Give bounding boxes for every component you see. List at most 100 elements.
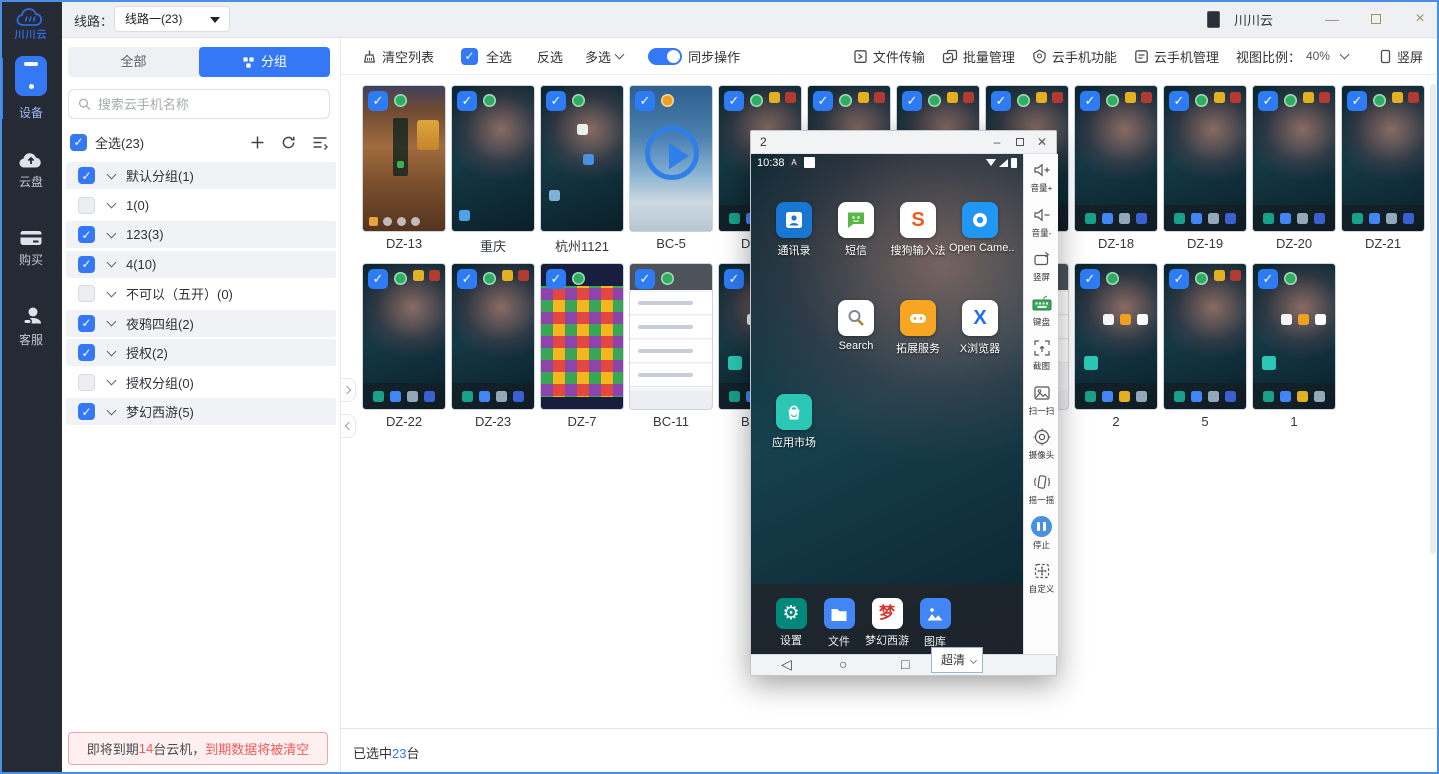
chevron-down-icon[interactable] (107, 228, 117, 238)
card-checkbox[interactable]: ✓ (1258, 91, 1278, 111)
phone-app[interactable]: 应用市场 (763, 394, 825, 450)
card-checkbox[interactable]: ✓ (991, 91, 1011, 111)
group-row[interactable]: 123(3) (66, 221, 336, 248)
control-button[interactable]: 摇一摇 (1024, 472, 1059, 506)
phone-screen[interactable]: 10:38 A 通讯录短信S搜狗输入法Open Came..Search拓展服务… (751, 154, 1023, 656)
device-card[interactable]: ✓ (1252, 263, 1336, 410)
device-card[interactable]: ✓ (451, 263, 535, 410)
quality-selector[interactable]: 超清 (931, 647, 983, 673)
stop-button[interactable]: 停止 (1024, 516, 1059, 551)
cloud-phone-manage-button[interactable]: 云手机管理 (1134, 47, 1219, 66)
device-card[interactable]: ✓ (1163, 85, 1247, 232)
group-checkbox[interactable] (78, 226, 95, 243)
control-button[interactable]: 音量- (1024, 205, 1059, 239)
group-row[interactable]: 默认分组(1) (66, 162, 336, 189)
card-checkbox[interactable]: ✓ (1169, 91, 1189, 111)
chevron-down-icon[interactable] (107, 287, 117, 297)
expiry-warning-banner[interactable]: 即将到期14台云机，到期数据将被清空 (68, 732, 328, 765)
select-all-checkbox[interactable] (70, 134, 87, 151)
vertical-scrollbar[interactable] (1430, 84, 1436, 554)
control-button[interactable]: 竖屏 (1024, 249, 1059, 283)
card-checkbox[interactable]: ✓ (457, 269, 477, 289)
group-row[interactable]: 1(0) (66, 192, 336, 219)
portrait-button[interactable]: 竖屏 (1379, 47, 1423, 66)
chevron-down-icon[interactable] (107, 258, 117, 268)
chevron-down-icon[interactable] (107, 405, 117, 415)
phone-dock-app[interactable]: 梦梦幻西游 (863, 598, 911, 648)
device-card[interactable]: ✓ (1074, 263, 1158, 410)
toolbar-select-all-checkbox[interactable] (461, 48, 478, 65)
multi-select-dropdown[interactable]: 多选 (585, 47, 623, 66)
card-checkbox[interactable]: ✓ (457, 91, 477, 111)
chevron-down-icon[interactable] (107, 346, 117, 356)
phone-app[interactable]: S搜狗输入法 (887, 202, 949, 258)
card-checkbox[interactable]: ✓ (368, 91, 388, 111)
control-button[interactable]: 音量+ (1024, 160, 1059, 194)
device-card[interactable]: ✓ (1252, 85, 1336, 232)
chevron-down-icon[interactable] (107, 317, 117, 327)
popup-close-button[interactable]: ✕ (1031, 131, 1053, 153)
card-checkbox[interactable]: ✓ (368, 269, 388, 289)
group-checkbox[interactable] (78, 374, 95, 391)
popup-titlebar[interactable]: 2 – ✕ (751, 131, 1056, 154)
tab-groups[interactable]: 分组 (199, 47, 330, 77)
card-checkbox[interactable]: ✓ (1258, 269, 1278, 289)
search-input[interactable] (98, 97, 320, 112)
tab-all[interactable]: 全部 (68, 47, 199, 77)
control-button[interactable]: 扫一扫 (1024, 383, 1059, 417)
group-checkbox[interactable] (78, 344, 95, 361)
card-checkbox[interactable]: ✓ (1080, 269, 1100, 289)
device-card[interactable]: ✓ (362, 263, 446, 410)
control-button[interactable]: 截图 (1024, 338, 1059, 372)
popup-maximize-button[interactable] (1009, 131, 1031, 153)
phone-app[interactable]: 通讯录 (763, 202, 825, 258)
group-checkbox[interactable] (78, 167, 95, 184)
chevron-down-icon[interactable] (107, 376, 117, 386)
group-row[interactable]: 授权(2) (66, 339, 336, 366)
invert-select-button[interactable]: 反选 (537, 47, 563, 66)
collapse-list-icon[interactable] (312, 135, 328, 150)
line-select[interactable]: 线路一(23) (114, 6, 230, 32)
cloud-phone-features-button[interactable]: 云手机功能 (1032, 47, 1117, 66)
device-card[interactable]: ✓ (1163, 263, 1247, 410)
card-checkbox[interactable]: ✓ (635, 91, 655, 111)
group-checkbox[interactable] (78, 197, 95, 214)
card-checkbox[interactable]: ✓ (724, 91, 744, 111)
card-checkbox[interactable]: ✓ (813, 91, 833, 111)
close-button[interactable]: × (1411, 10, 1429, 28)
group-checkbox[interactable] (78, 403, 95, 420)
device-card[interactable]: ✓ (629, 263, 713, 410)
phone-dock-app[interactable]: ⚙设置 (767, 598, 815, 648)
panel-expand-handle[interactable] (341, 378, 356, 402)
phone-app[interactable]: Search (825, 300, 887, 352)
card-checkbox[interactable]: ✓ (546, 91, 566, 111)
sidebar-item-devices[interactable]: 设备 (0, 56, 62, 121)
refresh-icon[interactable] (281, 135, 296, 150)
card-checkbox[interactable]: ✓ (1169, 269, 1189, 289)
file-transfer-button[interactable]: 文件传输 (853, 47, 925, 66)
card-checkbox[interactable]: ✓ (1080, 91, 1100, 111)
device-card[interactable]: ✓ (451, 85, 535, 232)
phone-app[interactable]: Open Came.. (949, 202, 1011, 254)
toolbar-select-all-label[interactable]: 全选 (486, 47, 512, 66)
batch-manage-button[interactable]: 批量管理 (942, 47, 1015, 66)
maximize-button[interactable] (1367, 10, 1385, 28)
device-card[interactable]: ✓ (629, 85, 713, 232)
group-row[interactable]: 梦幻西游(5) (66, 398, 336, 425)
device-card[interactable]: ✓ (1341, 85, 1425, 232)
control-button[interactable]: 摄像头 (1024, 427, 1059, 461)
phone-dock-app[interactable]: 文件 (815, 598, 863, 649)
nav-home-button[interactable]: ○ (839, 656, 847, 672)
group-row[interactable]: 授权分组(0) (66, 369, 336, 396)
phone-app[interactable]: 短信 (825, 202, 887, 258)
card-checkbox[interactable]: ✓ (902, 91, 922, 111)
card-checkbox[interactable]: ✓ (1347, 91, 1367, 111)
sidebar-item-support[interactable]: 客服 (0, 306, 62, 348)
phone-dock-app[interactable]: 图库 (911, 598, 959, 649)
group-checkbox[interactable] (78, 285, 95, 302)
card-checkbox[interactable]: ✓ (635, 269, 655, 289)
nav-back-button[interactable]: ◁ (781, 656, 792, 673)
group-row[interactable]: 夜鸦四组(2) (66, 310, 336, 337)
phone-app[interactable]: XX浏览器 (949, 300, 1011, 356)
device-card[interactable]: ✓ (362, 85, 446, 232)
